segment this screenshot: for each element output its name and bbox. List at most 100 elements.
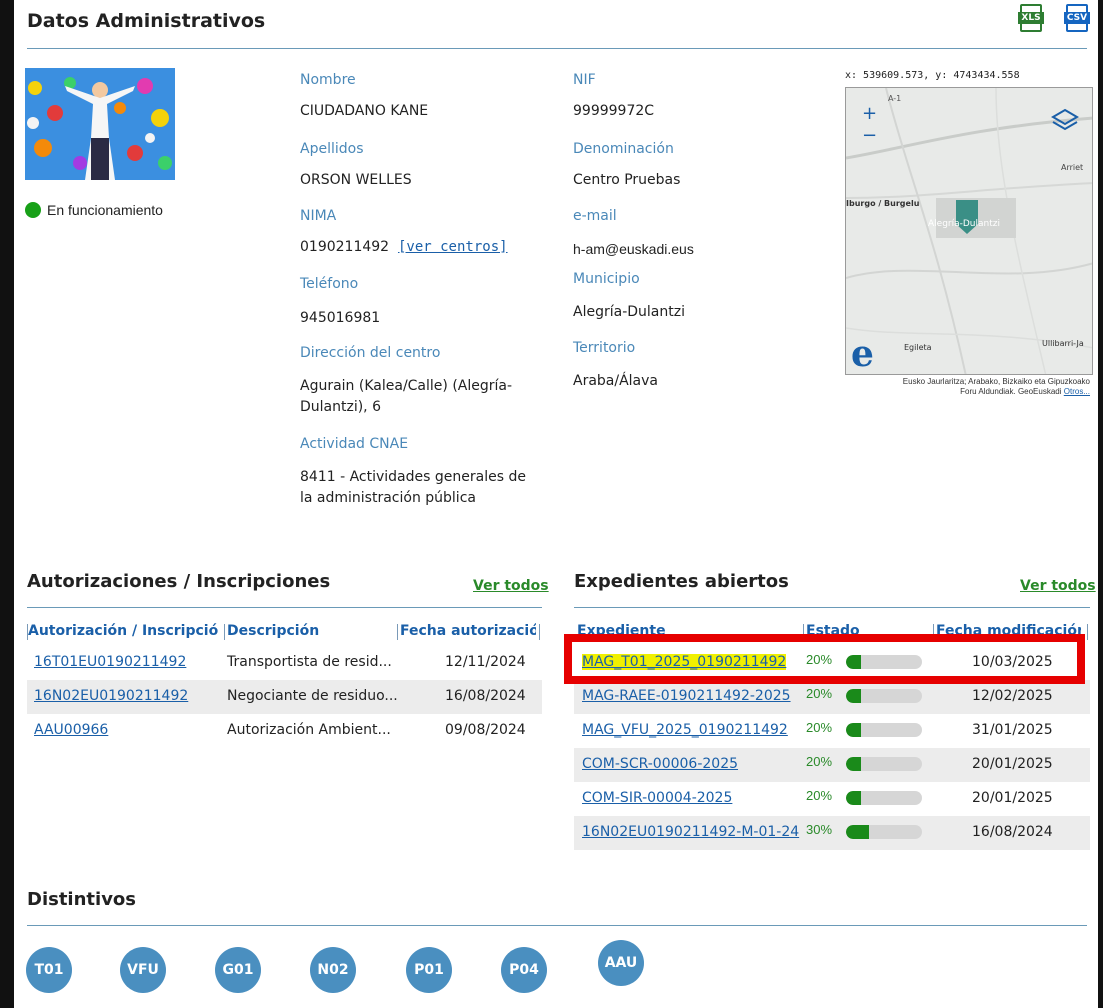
nombre-value: CIUDADANO KANE — [300, 103, 429, 119]
direccion-value-line2: Dulantzi), 6 — [300, 399, 381, 415]
apellidos-value: ORSON WELLES — [300, 172, 412, 188]
map-credits: Eusko Jaurlaritza; Arabako, Bizkaiko eta… — [902, 377, 1090, 396]
distintivos-title: Distintivos — [27, 889, 137, 910]
estado-progress-bar — [846, 723, 922, 737]
estado-percent: 30% — [806, 822, 833, 837]
fecha-cell: 12/02/2025 — [972, 688, 1053, 704]
direccion-value-line1: Agurain (Kalea/Calle) (Alegría- — [300, 378, 513, 394]
svg-text:Egileta: Egileta — [904, 343, 932, 352]
col-header-autorizacion[interactable]: Autorización / Inscripción — [28, 623, 218, 639]
territorio-label: Territorio — [573, 340, 636, 356]
fecha-cell: 20/01/2025 — [972, 790, 1053, 806]
fecha-cell: 09/08/2024 — [445, 722, 526, 738]
csv-export-icon[interactable]: CSV — [1064, 4, 1090, 34]
descripcion-cell: Autorización Ambient... — [227, 722, 391, 738]
descripcion-cell: Transportista de resid... — [227, 654, 392, 670]
col-header-descripcion[interactable]: Descripción — [227, 623, 392, 639]
nima-label: NIMA — [300, 208, 337, 224]
badge-g01[interactable]: G01 — [215, 947, 261, 993]
autorizacion-link[interactable]: AAU00966 — [34, 722, 108, 738]
table-row: 16N02EU0190211492-M-01-24 30% 16/08/2024 — [574, 816, 1090, 850]
badge-n02[interactable]: N02 — [310, 947, 356, 993]
email-label: e-mail — [573, 208, 617, 224]
column-separator — [397, 624, 398, 640]
profile-photo — [25, 68, 175, 180]
badge-p04[interactable]: P04 — [501, 947, 547, 993]
zoom-out-button[interactable]: − — [862, 127, 877, 145]
municipio-label: Municipio — [573, 271, 640, 287]
email-value: h-am@euskadi.eus — [573, 241, 694, 257]
table-row: 16N02EU0190211492 Negociante de residuo.… — [27, 680, 542, 714]
euskadi-logo-icon: e — [851, 338, 874, 370]
municipio-value: Alegría-Dulantzi — [573, 304, 685, 320]
territorio-value: Araba/Álava — [573, 373, 659, 389]
apellidos-label: Apellidos — [300, 141, 364, 157]
svg-text:e: e — [851, 338, 874, 370]
svg-text:A-1: A-1 — [888, 94, 901, 103]
badge-t01[interactable]: T01 — [26, 947, 72, 993]
table-row: COM-SCR-00006-2025 20% 20/01/2025 — [574, 748, 1090, 782]
column-separator — [1087, 624, 1088, 640]
expediente-link[interactable]: COM-SCR-00006-2025 — [582, 756, 738, 772]
expedientes-ver-todos-link[interactable]: Ver todos — [1020, 578, 1096, 594]
estado-progress-bar — [846, 757, 922, 771]
table-row: MAG_VFU_2025_0190211492 20% 31/01/2025 — [574, 714, 1090, 748]
table-row: AAU00966 Autorización Ambient... 09/08/2… — [27, 714, 542, 748]
nima-value: 0190211492 — [300, 239, 390, 255]
expedientes-title: Expedientes abiertos — [574, 571, 789, 592]
fecha-cell: 20/01/2025 — [972, 756, 1053, 772]
highlight-annotation-box — [564, 634, 1085, 684]
expedientes-divider — [574, 607, 1090, 608]
column-separator — [539, 624, 540, 640]
status-label: En funcionamiento — [47, 202, 163, 218]
fecha-cell: 16/08/2024 — [972, 824, 1053, 840]
svg-text:Alegría-Dulantzi: Alegría-Dulantzi — [928, 219, 1000, 229]
status-indicator: En funcionamiento — [25, 202, 163, 218]
nima-field: 0190211492 [ver centros] — [300, 237, 508, 258]
expediente-link[interactable]: MAG-RAEE-0190211492-2025 — [582, 688, 791, 704]
estado-percent: 20% — [806, 686, 833, 701]
svg-text:Ullibarri-Ja: Ullibarri-Ja — [1042, 339, 1084, 348]
otros-link[interactable]: Otros... — [1064, 387, 1090, 396]
col-header-fecha-autorizacion[interactable]: Fecha autorización — [400, 623, 536, 639]
estado-percent: 20% — [806, 720, 833, 735]
svg-text:Arriet: Arriet — [1061, 163, 1083, 172]
badge-aau[interactable]: AAU — [598, 940, 644, 986]
cnae-value-line1: 8411 - Actividades generales de — [300, 469, 526, 485]
autorizaciones-title: Autorizaciones / Inscripciones — [27, 571, 331, 592]
map-coordinates: x: 539609.573, y: 4743434.558 — [845, 70, 1020, 81]
window-frame-left — [0, 0, 14, 1008]
expediente-link[interactable]: COM-SIR-00004-2025 — [582, 790, 732, 806]
badge-vfu[interactable]: VFU — [120, 947, 166, 993]
direccion-label: Dirección del centro — [300, 345, 441, 361]
estado-percent: 20% — [806, 754, 833, 769]
denominacion-value: Centro Pruebas — [573, 172, 681, 188]
estado-percent: 20% — [806, 788, 833, 803]
distintivos-divider — [27, 925, 1087, 926]
denominacion-label: Denominación — [573, 141, 674, 157]
autorizacion-link[interactable]: 16T01EU0190211492 — [34, 654, 186, 670]
page-title: Datos Administrativos — [27, 10, 266, 32]
expediente-link[interactable]: MAG_VFU_2025_0190211492 — [582, 722, 788, 738]
badge-p01[interactable]: P01 — [406, 947, 452, 993]
ver-centros-link[interactable]: [ver centros] — [398, 239, 508, 255]
layers-icon[interactable] — [1051, 106, 1079, 134]
telefono-value: 945016981 — [300, 310, 381, 326]
autorizaciones-ver-todos-link[interactable]: Ver todos — [473, 578, 549, 594]
window-frame-right — [1098, 0, 1103, 1008]
table-row: MAG-RAEE-0190211492-2025 20% 12/02/2025 — [574, 680, 1090, 714]
table-row: 16T01EU0190211492 Transportista de resid… — [27, 646, 542, 680]
zoom-in-button[interactable]: + — [862, 105, 877, 123]
estado-progress-bar — [846, 825, 922, 839]
xls-export-icon[interactable]: XLS — [1018, 4, 1044, 34]
nif-value: 99999972C — [573, 103, 655, 119]
location-map[interactable]: A-1 Arriet Iburgo / Burgelu Alegría-Dula… — [845, 87, 1093, 375]
autorizaciones-divider — [27, 607, 542, 608]
expediente-link[interactable]: 16N02EU0190211492-M-01-24 — [582, 824, 799, 840]
autorizacion-link[interactable]: 16N02EU0190211492 — [34, 688, 188, 704]
table-row: COM-SIR-00004-2025 20% 20/01/2025 — [574, 782, 1090, 816]
estado-progress-bar — [846, 791, 922, 805]
telefono-label: Teléfono — [300, 276, 359, 292]
status-dot-icon — [25, 202, 41, 218]
title-divider — [27, 48, 1087, 49]
